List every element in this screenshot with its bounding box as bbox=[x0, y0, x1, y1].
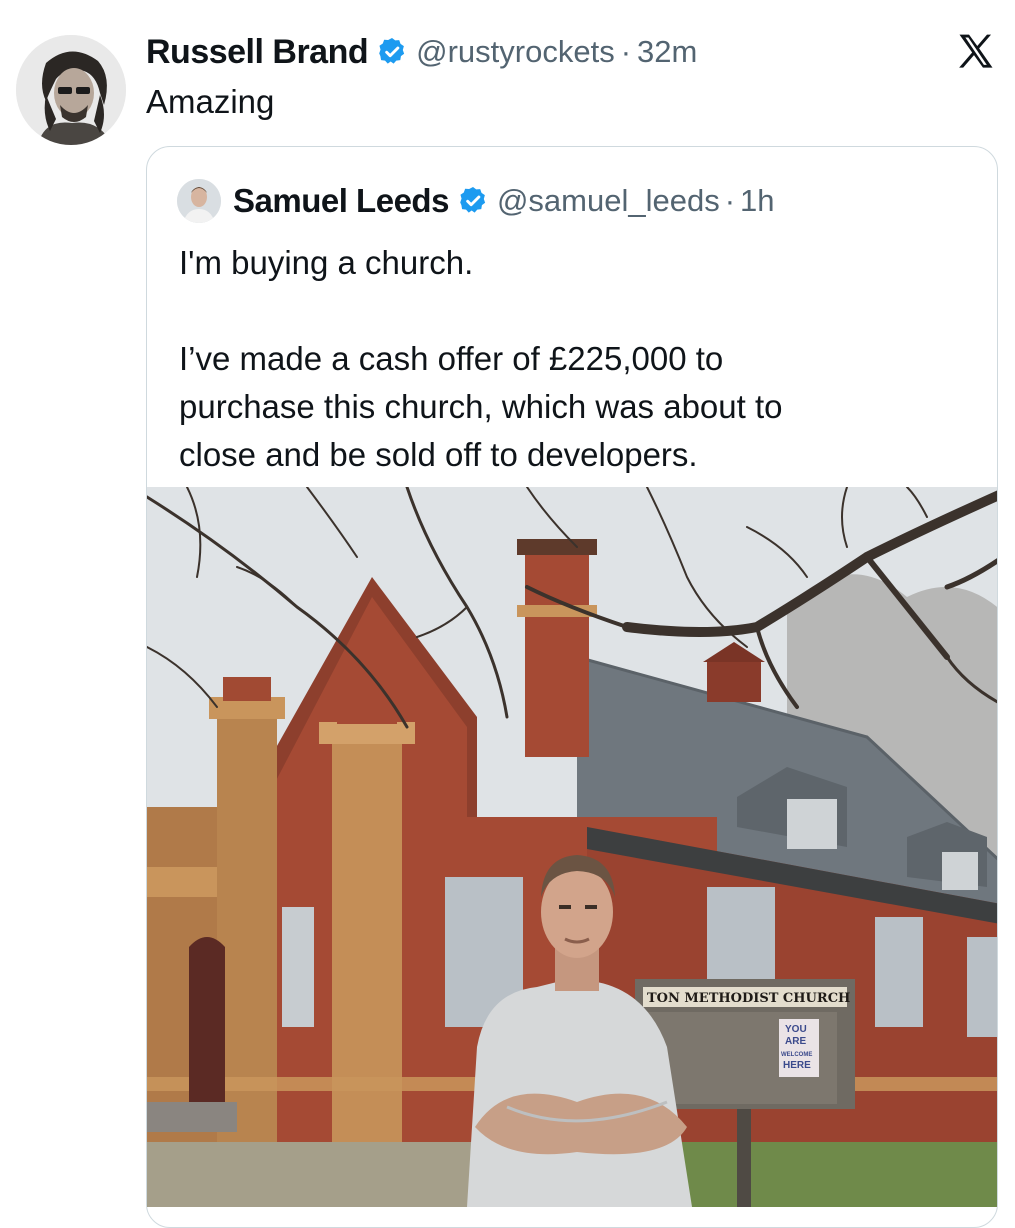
author-display-name[interactable]: Russell Brand bbox=[146, 33, 369, 72]
quoted-text-line: I'm buying a church. bbox=[179, 244, 474, 281]
x-logo-icon[interactable] bbox=[954, 30, 998, 74]
quoted-tweet-header: Samuel Leeds @samuel_leeds · 1h bbox=[177, 179, 775, 223]
quoted-tweet-timestamp[interactable]: 1h bbox=[740, 183, 774, 219]
poster-text-line: YOU bbox=[785, 1024, 807, 1035]
quoted-text-line: I’ve made a cash offer of £225,000 to bbox=[179, 340, 724, 377]
poster-text-line: ARE bbox=[785, 1036, 806, 1047]
church-sign-text: TON METHODIST CHURCH bbox=[647, 991, 850, 1006]
russell-brand-avatar[interactable] bbox=[16, 35, 126, 145]
tweet-header: Russell Brand @rustyrockets · 32m bbox=[146, 28, 697, 76]
church-photo: TON METHODIST CHURCH YOU ARE WELCOME HER… bbox=[147, 487, 997, 1207]
quoted-author-handle[interactable]: @samuel_leeds bbox=[497, 183, 720, 219]
verified-badge-icon bbox=[379, 38, 405, 64]
author-handle[interactable]: @rustyrockets bbox=[416, 34, 615, 70]
quoted-tweet-photo[interactable]: TON METHODIST CHURCH YOU ARE WELCOME HER… bbox=[147, 487, 997, 1207]
verified-badge-icon bbox=[460, 187, 486, 213]
tweet-text: Amazing bbox=[146, 83, 275, 120]
separator-dot: · bbox=[620, 34, 632, 69]
quoted-author-display-name[interactable]: Samuel Leeds bbox=[233, 182, 449, 220]
quoted-tweet[interactable]: Samuel Leeds @samuel_leeds · 1h I'm buyi… bbox=[146, 146, 998, 1228]
poster-text-line: HERE bbox=[783, 1060, 811, 1071]
separator-dot: · bbox=[724, 183, 736, 218]
quoted-text-line: close and be sold off to developers. bbox=[179, 436, 698, 473]
tweet-timestamp[interactable]: 32m bbox=[637, 34, 697, 70]
tweet[interactable]: Russell Brand @rustyrockets · 32m Amazin… bbox=[0, 0, 1015, 1228]
samuel-leeds-avatar[interactable] bbox=[177, 179, 221, 223]
poster-text-line: WELCOME bbox=[781, 1052, 812, 1058]
quoted-tweet-text: I'm buying a church. I’ve made a cash of… bbox=[179, 239, 979, 479]
quoted-text-line: purchase this church, which was about to bbox=[179, 388, 783, 425]
